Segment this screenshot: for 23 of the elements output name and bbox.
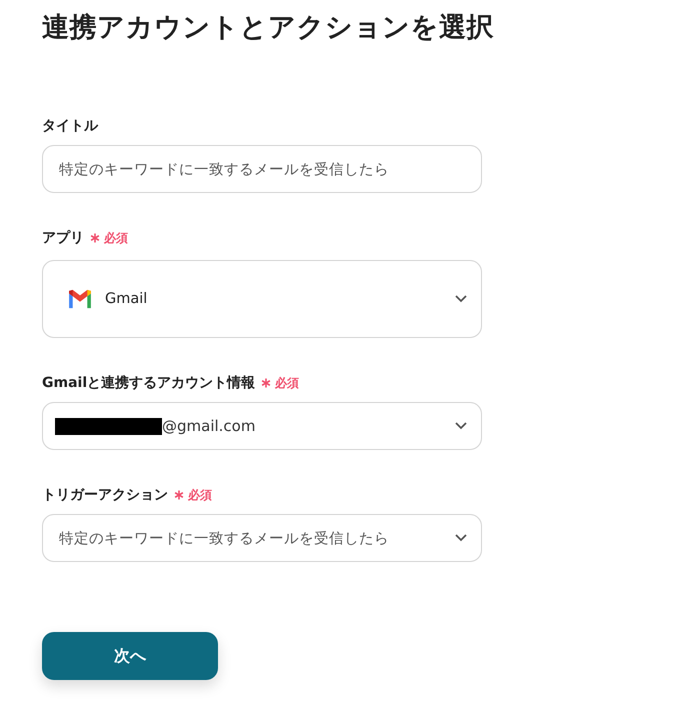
asterisk-icon bbox=[90, 233, 100, 243]
account-email: @gmail.com bbox=[162, 417, 256, 435]
app-name: Gmail bbox=[105, 291, 148, 307]
asterisk-icon bbox=[261, 378, 272, 388]
field-label: タイトル bbox=[42, 117, 98, 135]
gmail-icon bbox=[67, 289, 93, 309]
trigger-action: 特定のキーワードに一致するメールを受信したら bbox=[59, 530, 390, 548]
trigger-select[interactable]: 特定のキーワードに一致するメールを受信したら bbox=[42, 514, 482, 562]
field-label: トリガーアクション bbox=[42, 486, 168, 504]
chevron-down-icon bbox=[455, 534, 467, 542]
page-title: 連携アカウントとアクションを選択 bbox=[42, 11, 495, 45]
next-button[interactable]: 次へ bbox=[42, 632, 218, 680]
field-label: Gmailと連携するアカウント情報 bbox=[42, 374, 256, 392]
required-label: 必須 bbox=[275, 374, 300, 392]
chevron-down-icon bbox=[455, 295, 467, 303]
account-select[interactable]: @gmail.com bbox=[42, 402, 482, 450]
asterisk-icon bbox=[174, 490, 184, 500]
app-select[interactable]: Gmail bbox=[42, 260, 482, 338]
required-label: 必須 bbox=[188, 486, 212, 504]
chevron-down-icon bbox=[455, 422, 467, 430]
title-field[interactable]: 特定のキーワードに一致するメールを受信したら bbox=[42, 145, 482, 193]
required-label: 必須 bbox=[104, 230, 128, 246]
field-label: アプリ bbox=[42, 229, 84, 247]
